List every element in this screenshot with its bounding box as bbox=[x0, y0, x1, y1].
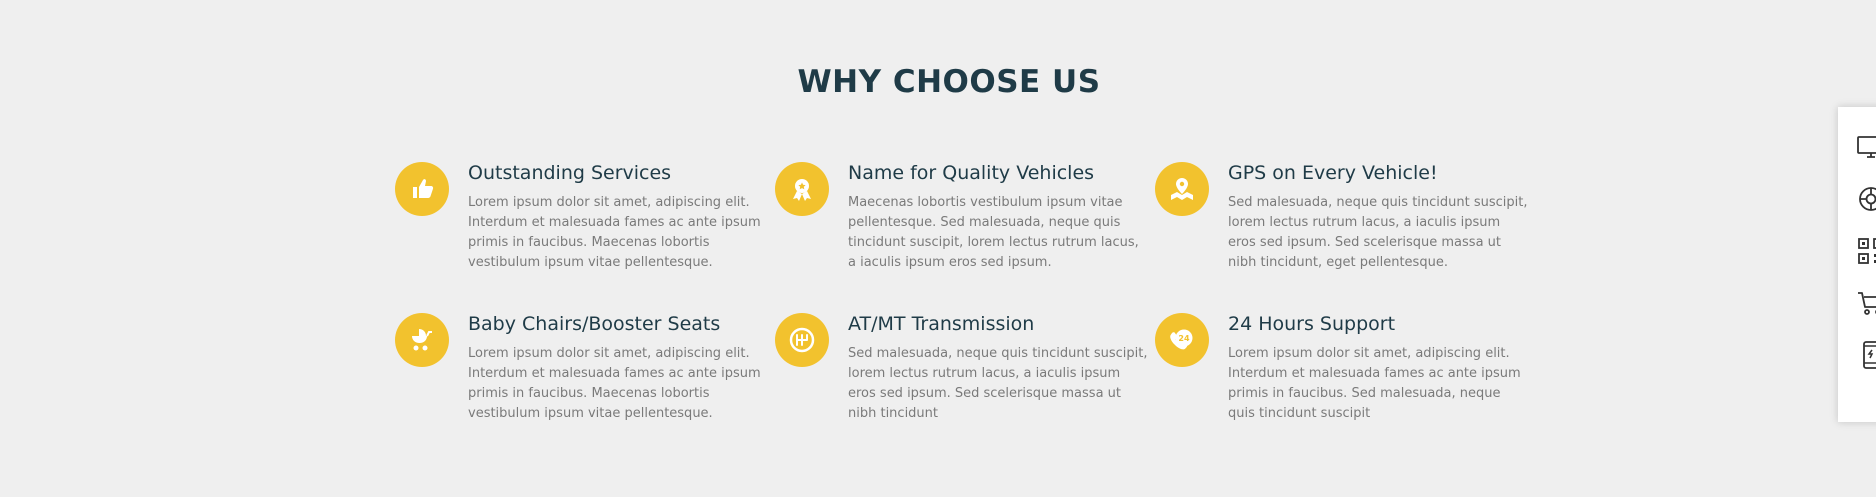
feature-quality-vehicles: Name for Quality Vehicles Maecenas lobor… bbox=[775, 162, 1155, 282]
side-button-monitor[interactable] bbox=[1856, 132, 1876, 162]
feature-title: AT/MT Transmission bbox=[848, 313, 1035, 335]
page-title: WHY CHOOSE US bbox=[797, 64, 1101, 100]
lifebuoy-icon bbox=[1859, 187, 1876, 211]
phone-24-icon: 24 bbox=[1155, 313, 1209, 367]
side-button-qr[interactable] bbox=[1856, 236, 1876, 266]
feature-title: Outstanding Services bbox=[468, 162, 672, 184]
gear-shift-icon bbox=[775, 313, 829, 367]
shopping-cart-icon bbox=[1858, 292, 1876, 315]
feature-outstanding-services: Outstanding Services Lorem ipsum dolor s… bbox=[395, 162, 775, 282]
baby-stroller-icon bbox=[395, 313, 449, 367]
feature-24-hours-support: 24 24 Hours Support Lorem ipsum dolor si… bbox=[1155, 313, 1535, 433]
badge-24-text: 24 bbox=[1178, 334, 1190, 343]
feature-title: Name for Quality Vehicles bbox=[848, 162, 1095, 184]
feature-baby-chairs: Baby Chairs/Booster Seats Lorem ipsum do… bbox=[395, 313, 775, 433]
side-button-mobile[interactable] bbox=[1856, 340, 1876, 370]
feature-title: Baby Chairs/Booster Seats bbox=[468, 313, 721, 335]
feature-title: 24 Hours Support bbox=[1228, 313, 1396, 335]
feature-description: Lorem ipsum dolor sit amet, adipiscing e… bbox=[1228, 346, 1521, 421]
feature-description: Sed malesuada, neque quis tincidunt susc… bbox=[1228, 195, 1528, 270]
side-button-cart[interactable] bbox=[1856, 288, 1876, 318]
side-toolbar bbox=[1838, 107, 1876, 422]
qr-code-icon bbox=[1858, 238, 1876, 264]
feature-description: Lorem ipsum dolor sit amet, adipiscing e… bbox=[468, 195, 761, 270]
map-pin-icon bbox=[1155, 162, 1209, 216]
feature-description: Lorem ipsum dolor sit amet, adipiscing e… bbox=[468, 346, 761, 421]
feature-description: Sed malesuada, neque quis tincidunt susc… bbox=[848, 346, 1148, 421]
feature-gps: GPS on Every Vehicle! Sed malesuada, neq… bbox=[1155, 162, 1535, 282]
mobile-phone-icon bbox=[1863, 341, 1876, 369]
feature-description: Maecenas lobortis vestibulum ipsum vitae… bbox=[848, 195, 1139, 270]
feature-transmission: AT/MT Transmission Sed malesuada, neque … bbox=[775, 313, 1155, 433]
award-ribbon-icon bbox=[775, 162, 829, 216]
side-button-support[interactable] bbox=[1856, 184, 1876, 214]
thumbs-up-icon bbox=[395, 162, 449, 216]
monitor-icon bbox=[1857, 136, 1876, 158]
feature-title: GPS on Every Vehicle! bbox=[1228, 162, 1438, 184]
